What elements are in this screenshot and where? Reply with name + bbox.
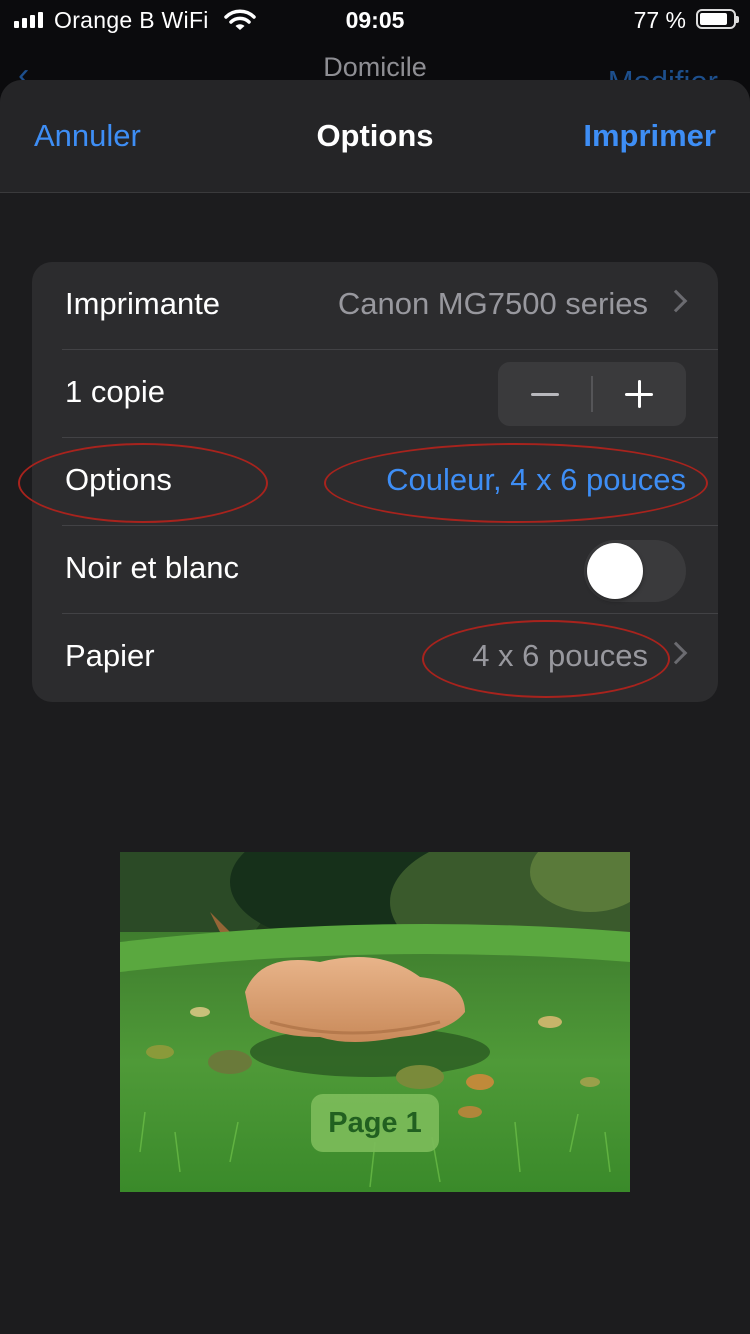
battery-icon: [696, 9, 739, 29]
battery-percentage: 77 %: [633, 7, 686, 33]
black-white-label: Noir et blanc: [65, 550, 240, 585]
increment-button[interactable]: [592, 362, 686, 426]
paper-row[interactable]: Papier 4 x 6 pouces: [32, 614, 718, 702]
black-white-row: Noir et blanc: [32, 526, 718, 614]
options-label: Options: [65, 462, 172, 497]
chevron-right-icon: [664, 289, 688, 313]
status-bar: Orange B WiFi 09:05 77 %: [0, 0, 750, 42]
printer-value: Canon MG7500 series: [337, 286, 648, 321]
print-settings-card: Imprimante Canon MG7500 series 1 copie O…: [32, 262, 718, 702]
paper-label: Papier: [65, 638, 155, 673]
chevron-right-icon: [664, 641, 688, 665]
copies-label: 1 copie: [65, 374, 165, 409]
printer-label: Imprimante: [65, 286, 221, 321]
toggle-knob: [587, 543, 643, 599]
options-row[interactable]: Options Couleur, 4 x 6 pouces: [32, 438, 718, 526]
black-white-toggle[interactable]: [584, 540, 686, 602]
decrement-button[interactable]: [498, 362, 592, 426]
printer-row[interactable]: Imprimante Canon MG7500 series: [32, 262, 718, 350]
background-nav-bar: ‹ Domicile Modifier: [0, 42, 750, 99]
options-value: Couleur, 4 x 6 pouces: [386, 462, 686, 497]
copies-row: 1 copie: [32, 350, 718, 438]
page-number-badge: Page 1: [311, 1094, 439, 1152]
print-button[interactable]: Imprimer: [583, 118, 716, 154]
paper-value: 4 x 6 pouces: [472, 638, 648, 673]
sheet-header: Annuler Options Imprimer: [0, 80, 750, 193]
copies-stepper: [498, 362, 686, 426]
